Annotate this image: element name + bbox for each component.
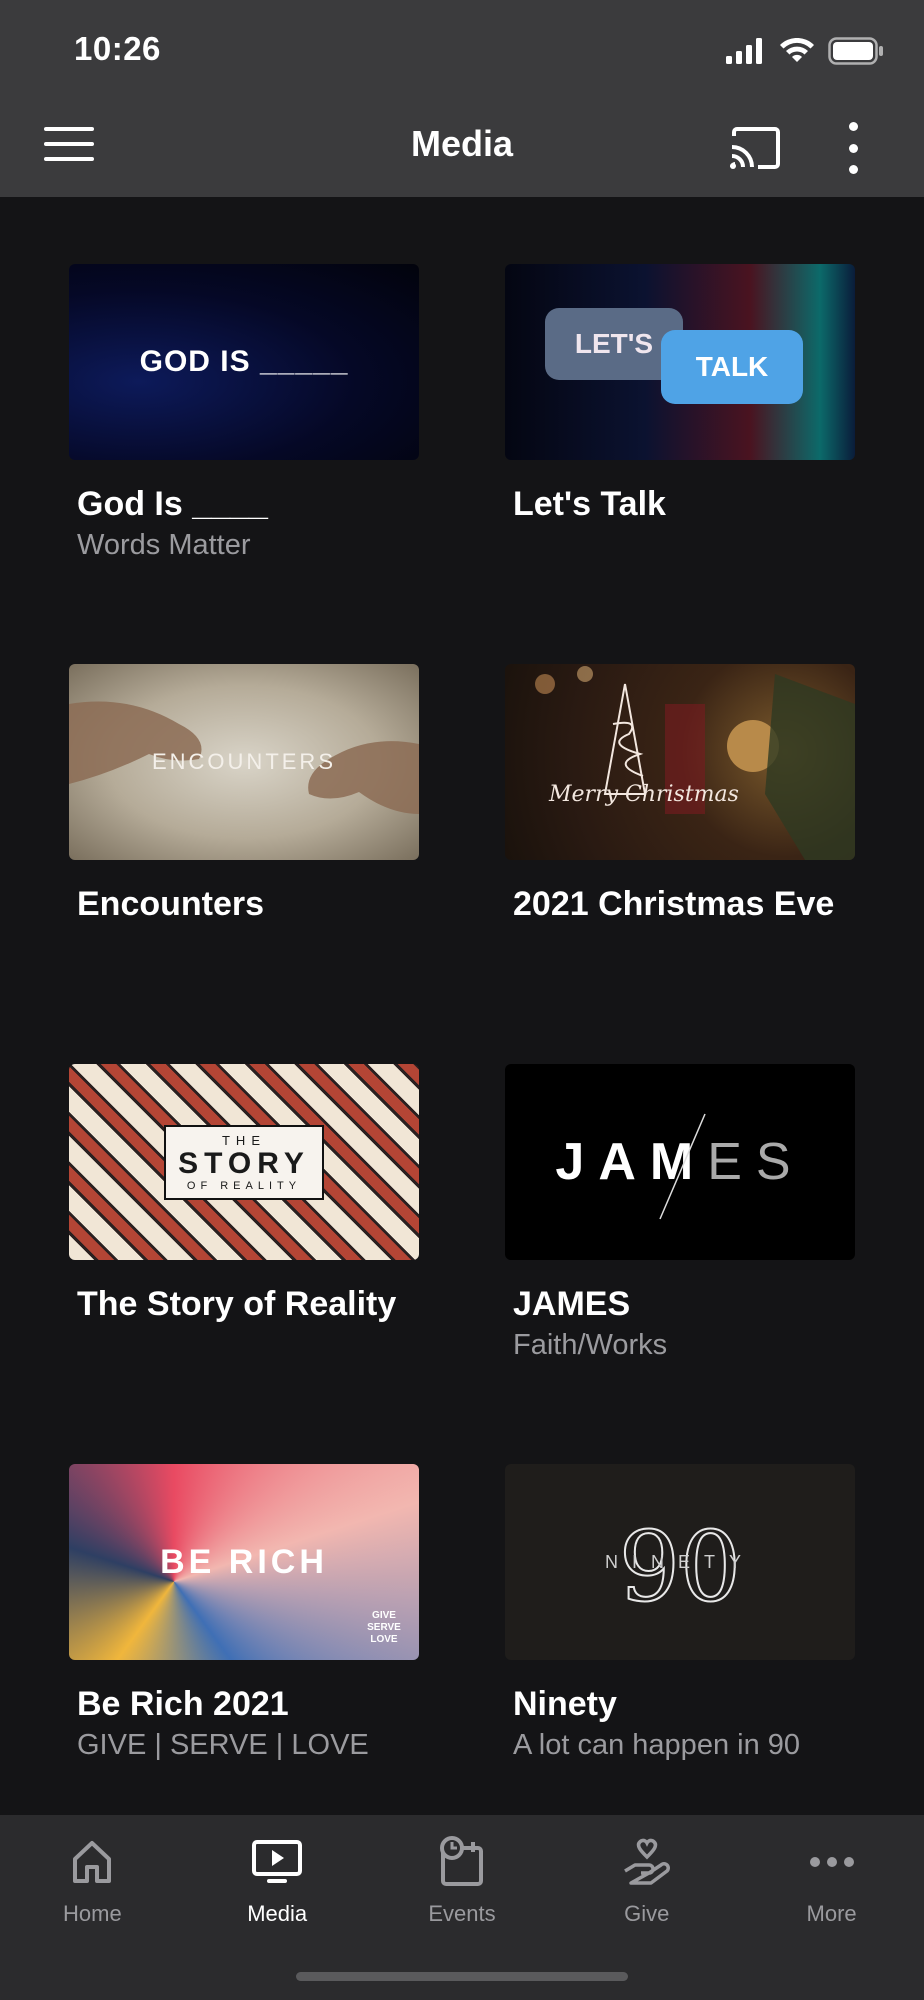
tab-home[interactable]: Home [0, 1815, 185, 1927]
media-thumbnail[interactable]: BE RICH GIVE SERVE LOVE [69, 1464, 419, 1660]
media-grid: GOD IS _____ God Is ____ Words Matter LE… [69, 264, 855, 1864]
media-card-story-of-reality[interactable]: THE STORY OF REALITY The Story of Realit… [69, 1064, 419, 1464]
wifi-icon [780, 38, 814, 62]
media-card-encounters[interactable]: ENCOUNTERS Encounters [69, 664, 419, 1064]
status-time: 10:26 [74, 30, 161, 67]
status-icons [726, 36, 884, 66]
cast-icon[interactable] [728, 126, 784, 170]
media-title: Encounters [77, 885, 265, 923]
tab-more[interactable]: More [739, 1815, 924, 1927]
thumbnail-text: TALK [661, 330, 803, 404]
more-vertical-icon[interactable] [840, 122, 866, 174]
media-title: 2021 Christmas Eve [513, 885, 835, 923]
media-title: The Story of Reality [77, 1285, 397, 1323]
thumbnail-text: NINETY [604, 1551, 755, 1572]
media-thumbnail[interactable]: GOD IS _____ [69, 264, 419, 460]
home-indicator[interactable] [296, 1972, 628, 1981]
thumbnail-text: Merry Christmas [549, 782, 739, 807]
media-card-lets-talk[interactable]: LET'S TALK Let's Talk [505, 264, 855, 664]
media-title: Be Rich 2021 [77, 1685, 289, 1723]
tab-give[interactable]: Give [554, 1815, 739, 1927]
thumbnail-text: STORY [178, 1146, 310, 1180]
christmas-tree-illustration [535, 666, 855, 860]
slash-decoration [659, 1113, 706, 1220]
tab-label: Media [247, 1901, 308, 1926]
more-horizontal-icon [809, 1857, 854, 1867]
media-thumbnail[interactable]: LET'S TALK [505, 264, 855, 460]
tab-events[interactable]: Events [370, 1815, 555, 1927]
media-card-james[interactable]: JAM ES JAMES Faith/Works [505, 1064, 855, 1464]
thumbnail-text: THE [221, 1132, 266, 1148]
thumbnail-text: GOD IS _____ [139, 345, 349, 378]
thumbnail-text: OF REALITY [186, 1179, 302, 1192]
media-title: Let's Talk [513, 485, 666, 523]
hand-heart-icon [623, 1838, 670, 1885]
media-card-christmas-eve[interactable]: Merry Christmas 2021 Christmas Eve [505, 664, 855, 1064]
tab-label: Home [63, 1901, 122, 1926]
media-title: JAMES [513, 1285, 631, 1323]
media-thumbnail[interactable]: 90 NINETY [505, 1464, 855, 1660]
thumbnail-title-box: THE STORY OF REALITY [164, 1124, 324, 1200]
media-subtitle: GIVE | SERVE | LOVE [77, 1729, 369, 1761]
media-thumbnail[interactable]: JAM ES [505, 1064, 855, 1260]
media-thumbnail[interactable]: ENCOUNTERS [69, 664, 419, 860]
tv-play-icon [252, 1840, 303, 1883]
thumbnail-text: BE RICH [160, 1542, 328, 1581]
media-title: God Is ____ [77, 485, 268, 523]
media-subtitle: Words Matter [77, 529, 251, 561]
top-app-bar: 10:26 Media [0, 0, 924, 197]
media-card-be-rich[interactable]: BE RICH GIVE SERVE LOVE Be Rich 2021 GIV… [69, 1464, 419, 1864]
tab-label: Events [428, 1901, 496, 1926]
media-subtitle: A lot can happen in 90 [513, 1729, 801, 1761]
media-subtitle: Faith/Works [513, 1329, 668, 1361]
tab-label: Give [624, 1901, 670, 1926]
home-icon [73, 1841, 112, 1883]
media-thumbnail[interactable]: Merry Christmas [505, 664, 855, 860]
media-title: Ninety [513, 1685, 617, 1723]
media-card-god-is[interactable]: GOD IS _____ God Is ____ Words Matter [69, 264, 419, 664]
media-card-ninety[interactable]: 90 NINETY Ninety A lot can happen in 90 [505, 1464, 855, 1864]
tab-media[interactable]: Media [185, 1815, 370, 1927]
calendar-clock-icon [439, 1836, 483, 1886]
signal-icon [726, 38, 762, 64]
thumbnail-text: ENCOUNTERS [151, 749, 336, 774]
battery-icon [828, 37, 883, 65]
thumbnail-small-text: GIVE SERVE LOVE [367, 1610, 401, 1645]
tab-label: More [806, 1901, 857, 1926]
page-title: Media [410, 123, 514, 164]
media-thumbnail[interactable]: THE STORY OF REALITY [69, 1064, 419, 1260]
